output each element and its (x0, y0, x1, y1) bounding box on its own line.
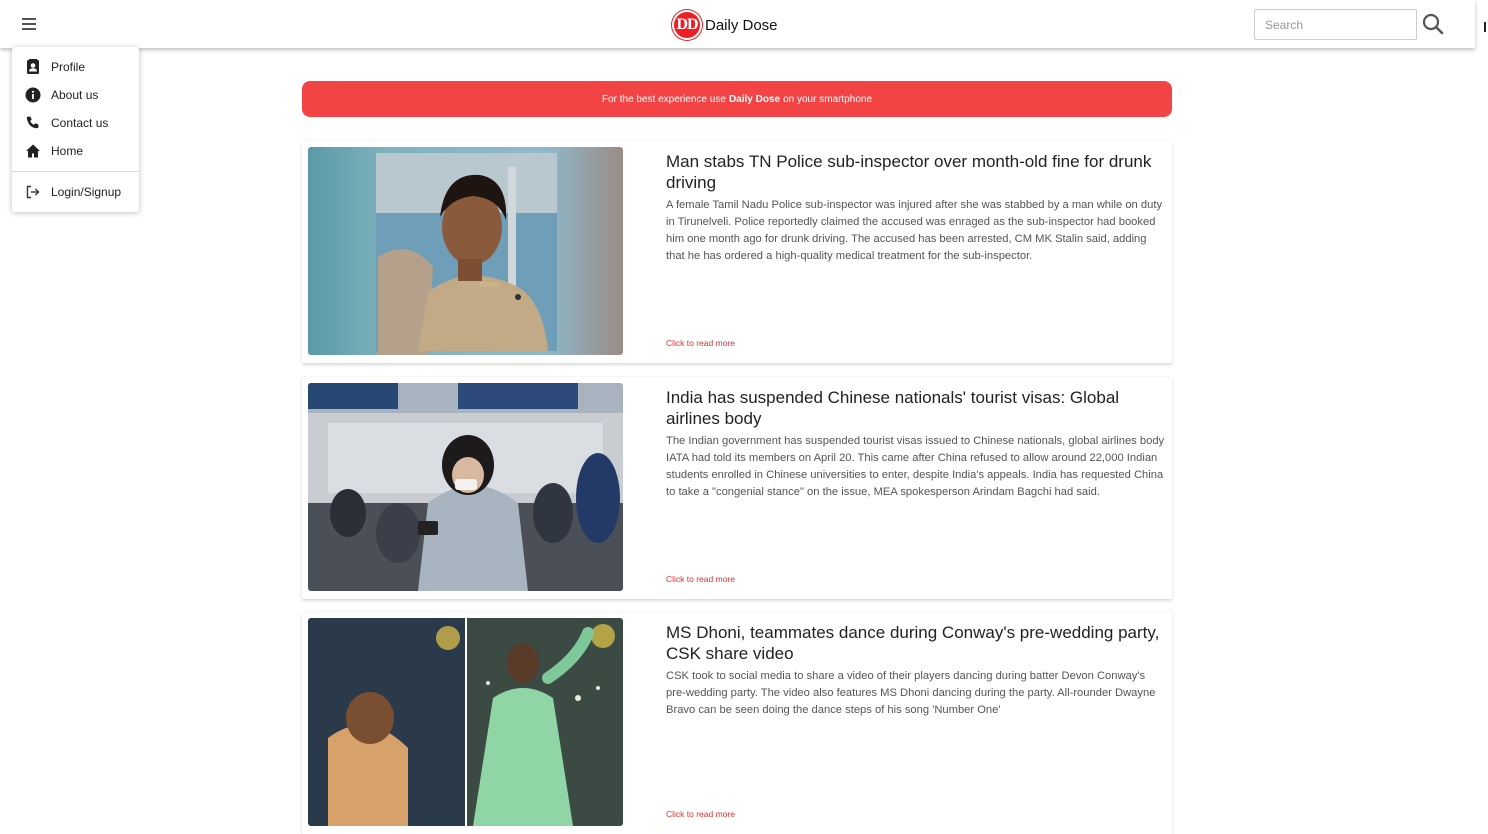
article-summary: CSK took to social media to share a vide… (666, 670, 1156, 716)
menu-item-label: Contact us (51, 116, 109, 130)
article-image[interactable] (308, 618, 623, 826)
read-more-link[interactable]: Click to read more (666, 809, 735, 819)
brand-name: Daily Dose (705, 16, 778, 34)
menu-item-label: Home (51, 144, 84, 158)
edge-mark (1484, 22, 1486, 32)
menu-item-about[interactable]: About us (12, 83, 139, 107)
hamburger-menu-icon[interactable] (22, 14, 42, 34)
app-promo-banner: For the best experience use Daily Dose o… (302, 81, 1172, 117)
top-header: DD Daily Dose (0, 0, 1475, 48)
read-more-link[interactable]: Click to read more (666, 338, 735, 348)
profile-icon (27, 59, 39, 74)
news-card: Man stabs TN Police sub-inspector over m… (302, 141, 1172, 363)
article-title[interactable]: Man stabs TN Police sub-inspector over m… (666, 151, 1166, 193)
menu-item-home[interactable]: Home (12, 139, 139, 163)
article-title[interactable]: MS Dhoni, teammates dance during Conway'… (666, 622, 1166, 664)
menu-item-contact[interactable]: Contact us (12, 111, 139, 135)
brand[interactable]: DD Daily Dose (672, 9, 778, 41)
login-icon (26, 185, 40, 199)
search-icon[interactable] (1421, 12, 1445, 36)
news-card: MS Dhoni, teammates dance during Conway'… (302, 612, 1172, 834)
menu-item-label: Profile (51, 60, 86, 74)
menu-item-profile[interactable]: Profile (12, 55, 139, 79)
article-title[interactable]: India has suspended Chinese nationals' t… (666, 387, 1166, 429)
banner-brand: Daily Dose (728, 93, 781, 105)
banner-suffix: on your smartphone (783, 93, 873, 105)
read-more-link[interactable]: Click to read more (666, 574, 735, 584)
article-summary: A female Tamil Nadu Police sub-inspector… (666, 199, 1163, 262)
search-input[interactable] (1254, 9, 1417, 40)
phone-icon (26, 116, 39, 129)
menu-item-login[interactable]: Login/Signup (12, 180, 139, 204)
menu-item-label: About us (51, 88, 99, 102)
menu-item-label: Login/Signup (51, 185, 122, 199)
brand-logo: DD (672, 10, 702, 40)
info-icon (25, 87, 41, 103)
banner-prefix: For the best experience use (601, 93, 726, 105)
article-image[interactable] (308, 147, 623, 355)
article-image[interactable] (308, 383, 623, 591)
menu-divider (12, 171, 139, 172)
nav-dropdown-menu: Profile About us Contact us Home Login/S… (12, 47, 139, 212)
article-summary: The Indian government has suspended tour… (666, 435, 1165, 498)
home-icon (26, 144, 40, 158)
news-card: India has suspended Chinese nationals' t… (302, 377, 1172, 599)
